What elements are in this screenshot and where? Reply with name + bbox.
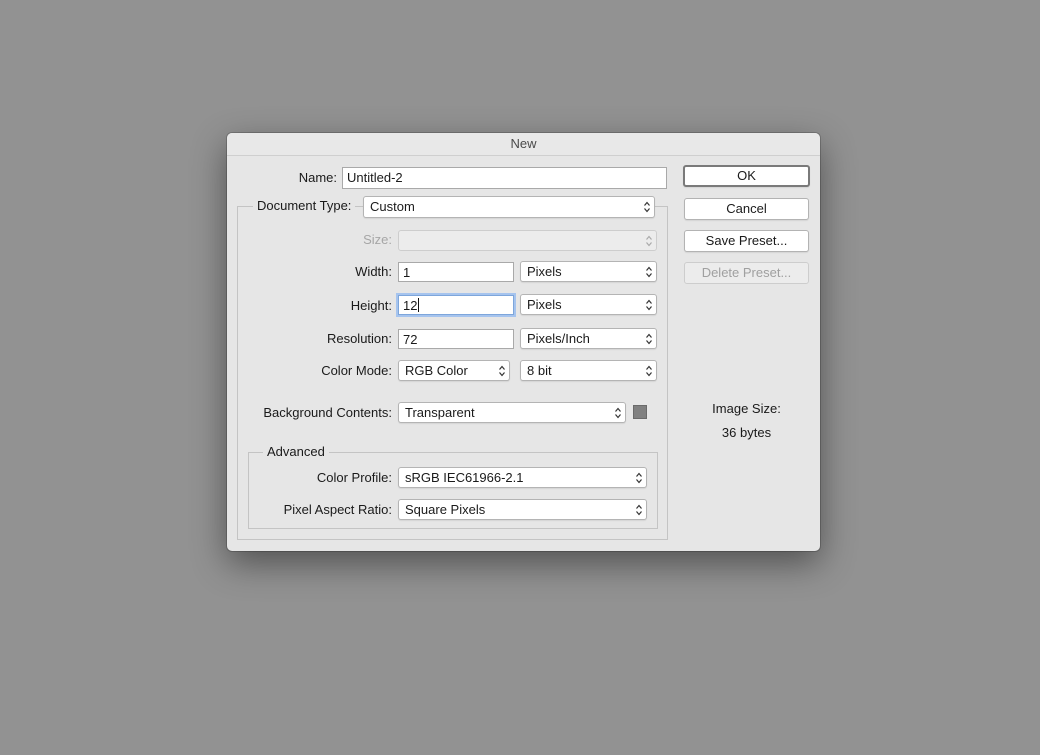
width-unit-select[interactable]: Pixels xyxy=(520,261,657,282)
ok-button[interactable]: OK xyxy=(683,165,810,187)
chevron-updown-icon xyxy=(636,472,642,484)
resolution-unit-select[interactable]: Pixels/Inch xyxy=(520,328,657,349)
bit-depth-value: 8 bit xyxy=(527,363,552,378)
resolution-input[interactable]: 72 xyxy=(398,329,514,349)
chevron-updown-icon xyxy=(499,365,505,377)
document-type-select[interactable]: Custom xyxy=(363,196,655,218)
height-unit-value: Pixels xyxy=(527,297,562,312)
save-preset-button[interactable]: Save Preset... xyxy=(684,230,809,252)
background-contents-value: Transparent xyxy=(405,405,475,420)
chevron-updown-icon xyxy=(646,299,652,311)
resolution-value: 72 xyxy=(403,332,418,347)
background-contents-label: Background Contents: xyxy=(263,405,392,420)
width-unit-value: Pixels xyxy=(527,264,562,279)
chevron-updown-icon xyxy=(646,333,652,345)
pixel-aspect-ratio-label: Pixel Aspect Ratio: xyxy=(283,502,392,517)
bit-depth-select[interactable]: 8 bit xyxy=(520,360,657,381)
chevron-updown-icon xyxy=(646,266,652,278)
color-profile-label: Color Profile: xyxy=(316,470,392,485)
height-input[interactable]: 12 xyxy=(398,295,514,315)
image-size-value: 36 bytes xyxy=(721,425,772,440)
chevron-updown-icon xyxy=(615,407,621,419)
width-value: 1 xyxy=(403,265,411,280)
chevron-updown-icon xyxy=(646,235,652,247)
dialog-title: New xyxy=(227,133,820,156)
new-document-dialog: New Name: Untitled-2 Document Type: Cust… xyxy=(227,133,820,551)
advanced-label: Advanced xyxy=(263,443,329,461)
document-type-label: Document Type: xyxy=(253,197,356,215)
size-label: Size: xyxy=(363,232,392,247)
name-input[interactable]: Untitled-2 xyxy=(342,167,667,189)
color-mode-label: Color Mode: xyxy=(321,363,392,378)
chevron-updown-icon xyxy=(644,201,650,213)
resolution-label: Resolution: xyxy=(326,331,392,346)
image-size-label: Image Size: xyxy=(712,401,781,416)
color-profile-select[interactable]: sRGB IEC61966-2.1 xyxy=(398,467,647,488)
background-contents-select[interactable]: Transparent xyxy=(398,402,626,423)
name-label: Name: xyxy=(298,170,337,185)
height-unit-select[interactable]: Pixels xyxy=(520,294,657,315)
size-select xyxy=(398,230,657,251)
pixel-aspect-ratio-select[interactable]: Square Pixels xyxy=(398,499,647,520)
name-value: Untitled-2 xyxy=(347,170,403,185)
cancel-button[interactable]: Cancel xyxy=(684,198,809,220)
delete-preset-button: Delete Preset... xyxy=(684,262,809,284)
chevron-updown-icon xyxy=(636,504,642,516)
color-profile-value: sRGB IEC61966-2.1 xyxy=(405,470,524,485)
document-type-value: Custom xyxy=(370,199,415,214)
height-value: 12 xyxy=(403,298,418,313)
text-caret xyxy=(418,298,420,312)
width-input[interactable]: 1 xyxy=(398,262,514,282)
resolution-unit-value: Pixels/Inch xyxy=(527,331,590,346)
color-mode-value: RGB Color xyxy=(405,363,468,378)
color-mode-select[interactable]: RGB Color xyxy=(398,360,510,381)
pixel-aspect-ratio-value: Square Pixels xyxy=(405,502,486,517)
height-label: Height: xyxy=(350,298,392,313)
background-color-swatch[interactable] xyxy=(633,405,647,419)
width-label: Width: xyxy=(355,264,392,279)
chevron-updown-icon xyxy=(646,365,652,377)
